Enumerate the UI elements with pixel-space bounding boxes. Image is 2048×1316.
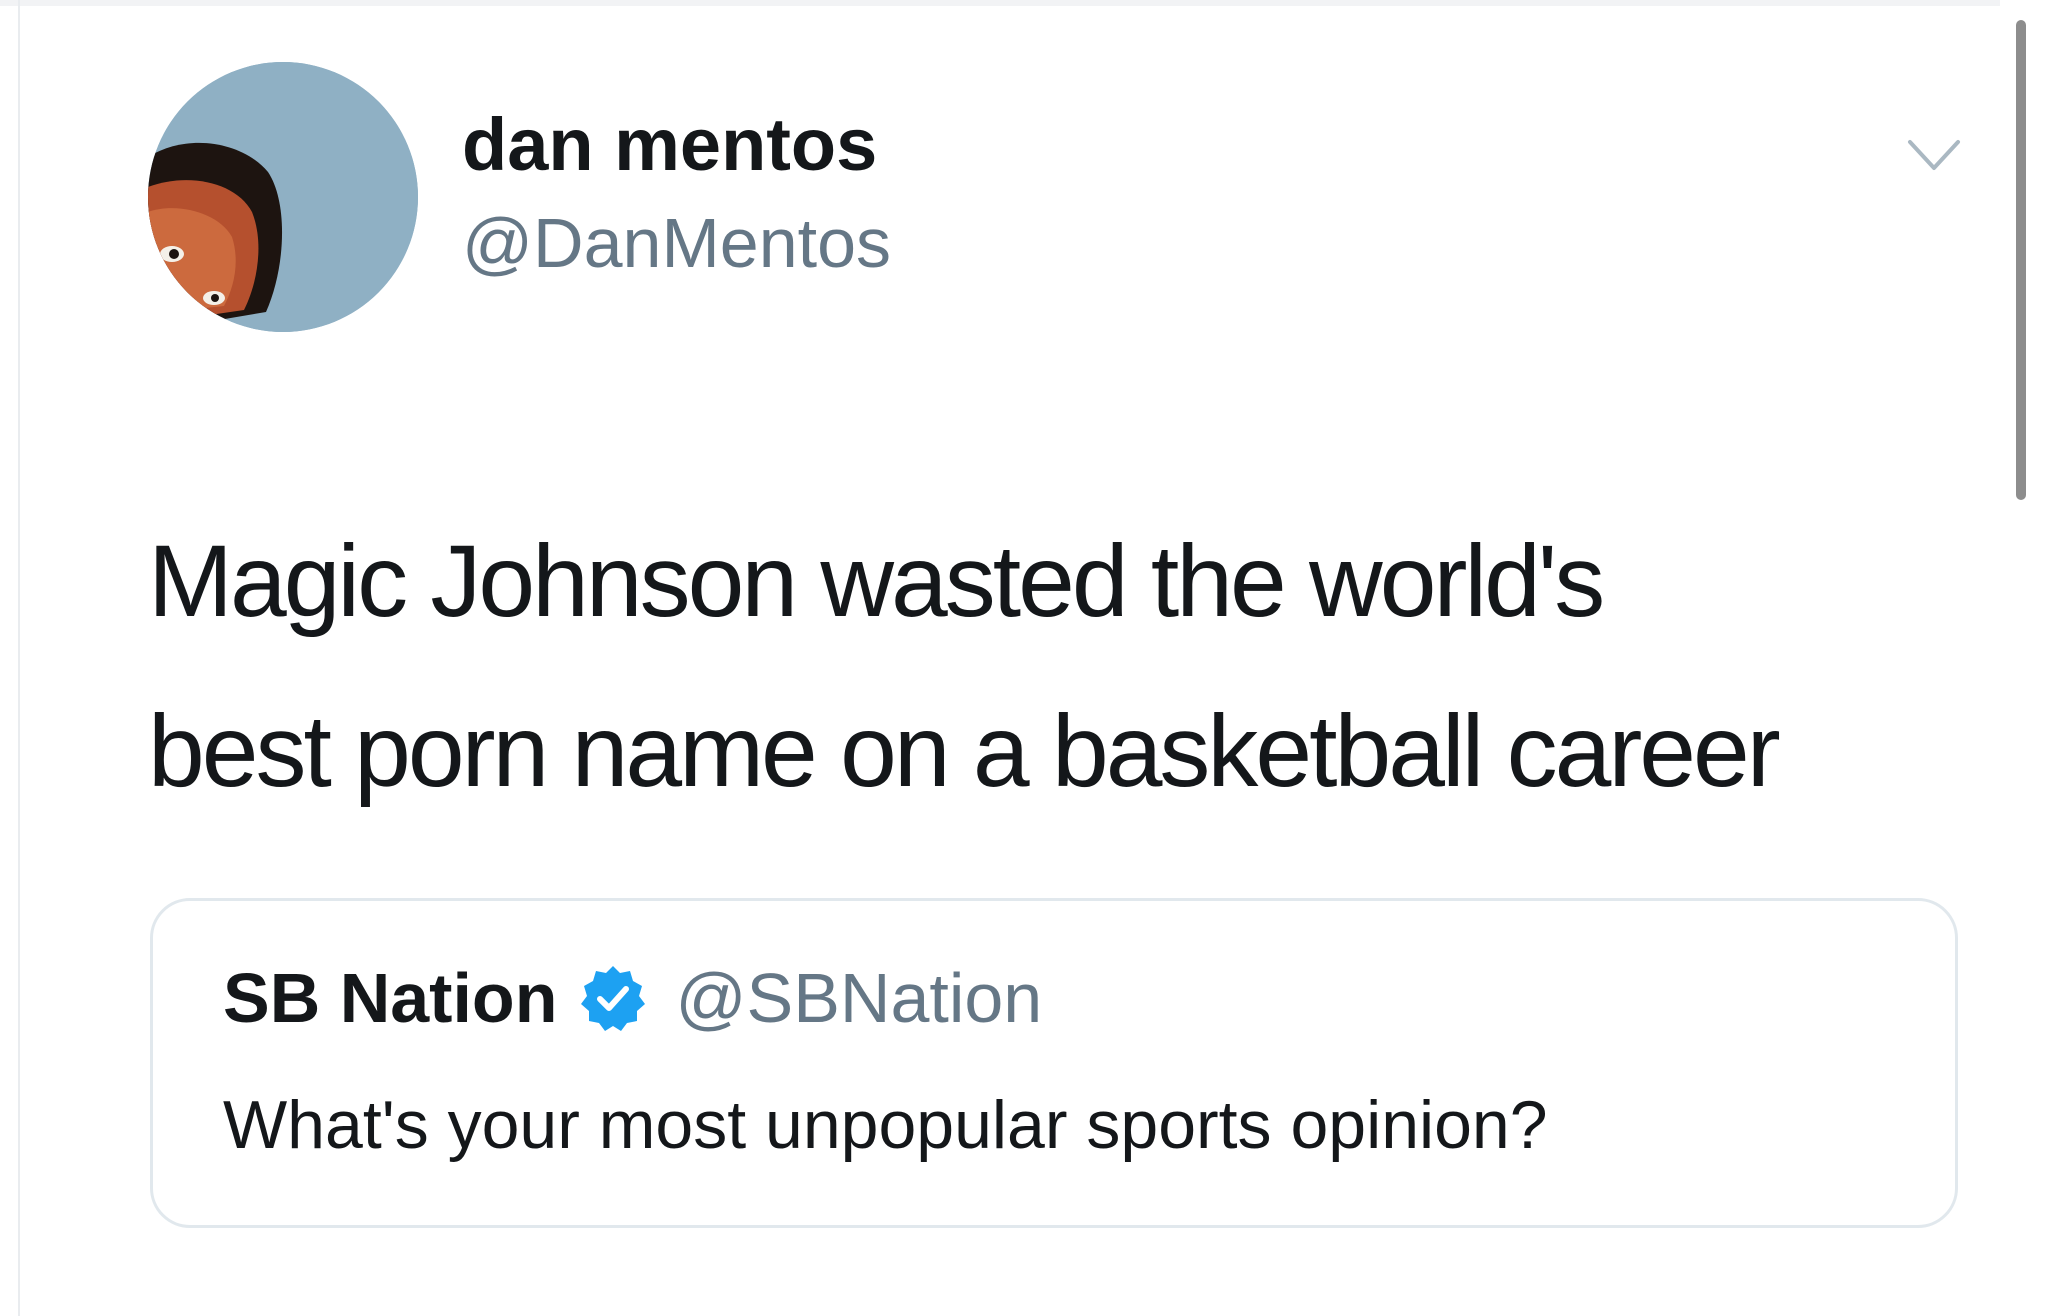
left-edge [18,0,20,1316]
display-name[interactable]: dan mentos [462,108,877,182]
tweet-text-line: Magic Johnson wasted the world's [148,524,1605,638]
quoted-tweet-card[interactable]: SB Nation @SBNation What's your most unp… [150,898,1958,1228]
quoted-tweet-header: SB Nation @SBNation [223,963,1042,1033]
verified-badge-icon [581,966,646,1031]
tweet-text: Magic Johnson wasted the world's best po… [148,496,2028,836]
top-edge [0,0,2000,6]
quoted-user-handle: @SBNation [675,959,1043,1037]
scrollbar[interactable] [2016,20,2026,500]
user-handle[interactable]: @DanMentos [462,208,891,278]
quoted-tweet-text: What's your most unpopular sports opinio… [223,1087,1548,1163]
quoted-display-name: SB Nation [223,959,558,1037]
tweet-text-line: best porn name on a basketball career [148,694,1781,808]
avatar-image [148,62,418,332]
chevron-down-icon[interactable] [1904,134,1964,178]
avatar[interactable] [148,62,418,332]
tweet-screenshot: dan mentos @DanMentos Magic Johnson wast… [0,0,2048,1316]
